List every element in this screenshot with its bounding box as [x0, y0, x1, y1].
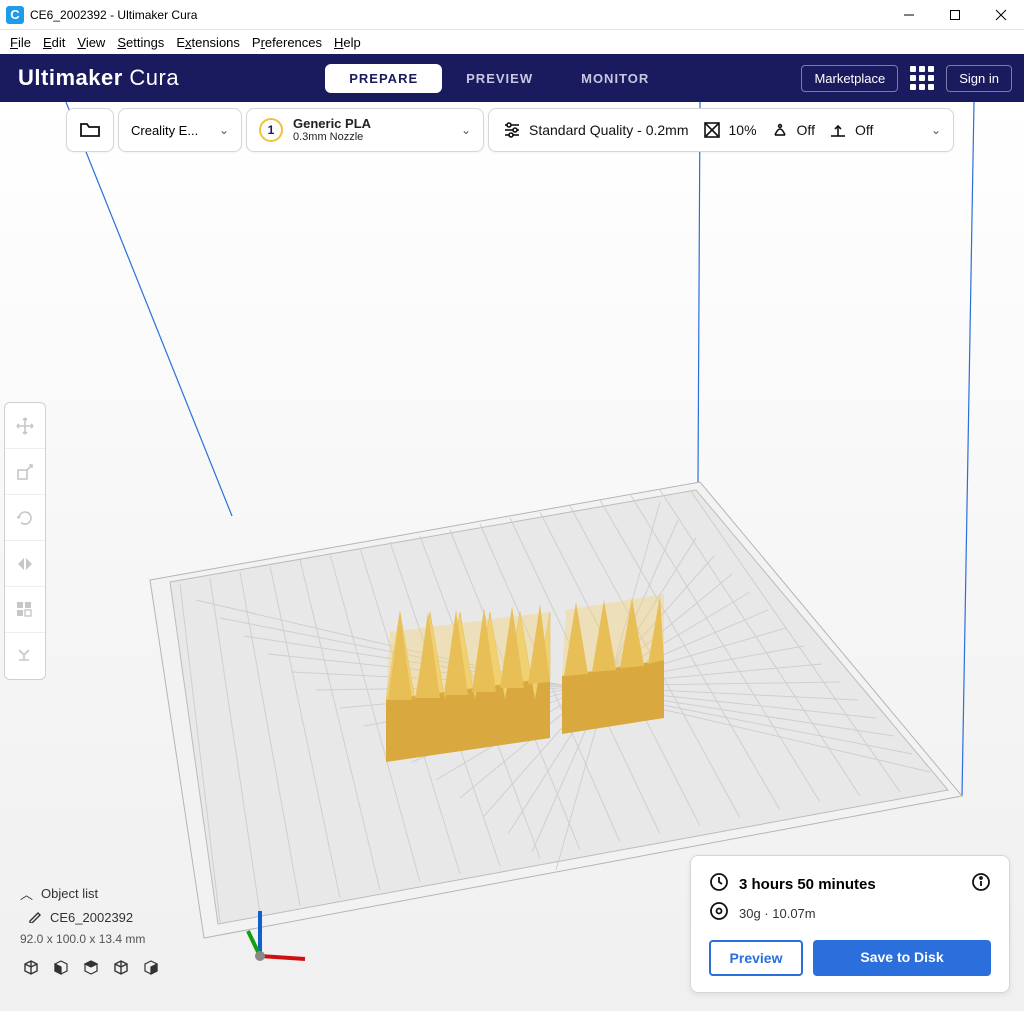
tool-move[interactable] [5, 403, 45, 449]
pencil-icon [28, 909, 42, 926]
tool-scale[interactable] [5, 449, 45, 495]
menu-file[interactable]: File [4, 34, 37, 51]
tool-mirror[interactable] [5, 541, 45, 587]
transform-toolbox [4, 402, 46, 680]
clock-icon [709, 872, 729, 897]
view-top-button[interactable] [80, 957, 102, 979]
view-front-button[interactable] [50, 957, 72, 979]
menu-bar: File Edit View Settings Extensions Prefe… [0, 30, 1024, 54]
app-logo: Ultimaker Cura [0, 65, 197, 91]
menu-view[interactable]: View [71, 34, 111, 51]
object-dimensions: 92.0 x 100.0 x 13.4 mm [20, 929, 162, 949]
view-right-button[interactable] [140, 957, 162, 979]
object-name: CE6_2002392 [50, 910, 133, 925]
menu-extensions[interactable]: Extensions [170, 34, 246, 51]
nozzle-size: 0.3mm Nozzle [293, 131, 371, 143]
menu-edit[interactable]: Edit [37, 34, 71, 51]
quality-label: Standard Quality - 0.2mm [529, 122, 689, 138]
folder-icon [79, 121, 101, 139]
object-list: ︿ Object list CE6_2002392 92.0 x 100.0 x… [20, 881, 162, 979]
window-title: CE6_2002392 - Ultimaker Cura [30, 8, 886, 22]
tool-support-blocker[interactable] [5, 633, 45, 679]
support-value: Off [797, 122, 815, 138]
open-file-button[interactable] [66, 108, 114, 152]
header-bar: Ultimaker Cura PREPARE PREVIEW MONITOR M… [0, 54, 1024, 102]
apps-menu-icon[interactable] [910, 66, 934, 90]
extruder-number: 1 [259, 118, 283, 142]
config-bar: Creality E... ⌄ 1 Generic PLA 0.3mm Nozz… [66, 108, 958, 152]
view-left-button[interactable] [110, 957, 132, 979]
tool-rotate[interactable] [5, 495, 45, 541]
slice-material: 30g · 10.07m [739, 906, 816, 921]
support-icon [769, 121, 791, 139]
view-3d-button[interactable] [20, 957, 42, 979]
save-to-disk-button[interactable]: Save to Disk [813, 940, 991, 976]
slice-time: 3 hours 50 minutes [739, 876, 961, 893]
menu-help[interactable]: Help [328, 34, 367, 51]
object-list-toggle[interactable]: ︿ Object list [20, 881, 162, 906]
spool-icon [709, 901, 729, 926]
menu-preferences[interactable]: Preferences [246, 34, 328, 51]
adhesion-value: Off [855, 122, 873, 138]
tool-per-model[interactable] [5, 587, 45, 633]
preview-button[interactable]: Preview [709, 940, 803, 976]
tab-monitor[interactable]: MONITOR [557, 64, 673, 93]
chevron-down-icon: ⌄ [461, 123, 471, 137]
marketplace-button[interactable]: Marketplace [801, 65, 898, 92]
infill-value: 10% [729, 122, 757, 138]
viewport-3d[interactable]: ︿ Object list CE6_2002392 92.0 x 100.0 x… [0, 102, 1024, 1011]
material-selector[interactable]: 1 Generic PLA 0.3mm Nozzle ⌄ [246, 108, 484, 152]
sliders-icon [501, 121, 523, 139]
tab-preview[interactable]: PREVIEW [442, 64, 557, 93]
maximize-button[interactable] [932, 0, 978, 29]
app-icon: C [6, 6, 24, 24]
chevron-down-icon: ⌄ [931, 123, 941, 137]
object-list-item[interactable]: CE6_2002392 [20, 906, 162, 929]
close-button[interactable] [978, 0, 1024, 29]
axis-gizmo[interactable] [240, 901, 320, 971]
info-icon[interactable] [971, 872, 991, 897]
slice-panel: 3 hours 50 minutes 30g · 10.07m Preview … [690, 855, 1010, 993]
adhesion-icon [827, 121, 849, 139]
infill-icon [701, 121, 723, 139]
menu-settings[interactable]: Settings [111, 34, 170, 51]
window-title-bar: C CE6_2002392 - Ultimaker Cura [0, 0, 1024, 30]
object-list-label: Object list [41, 886, 98, 901]
printer-name: Creality E... [131, 123, 198, 138]
print-settings-selector[interactable]: Standard Quality - 0.2mm 10% Off Off ⌄ [488, 108, 954, 152]
chevron-down-icon: ⌄ [219, 123, 229, 137]
signin-button[interactable]: Sign in [946, 65, 1012, 92]
printer-selector[interactable]: Creality E... ⌄ [118, 108, 242, 152]
material-name: Generic PLA [293, 117, 371, 131]
chevron-up-icon: ︿ [20, 884, 33, 903]
tab-prepare[interactable]: PREPARE [325, 64, 442, 93]
minimize-button[interactable] [886, 0, 932, 29]
